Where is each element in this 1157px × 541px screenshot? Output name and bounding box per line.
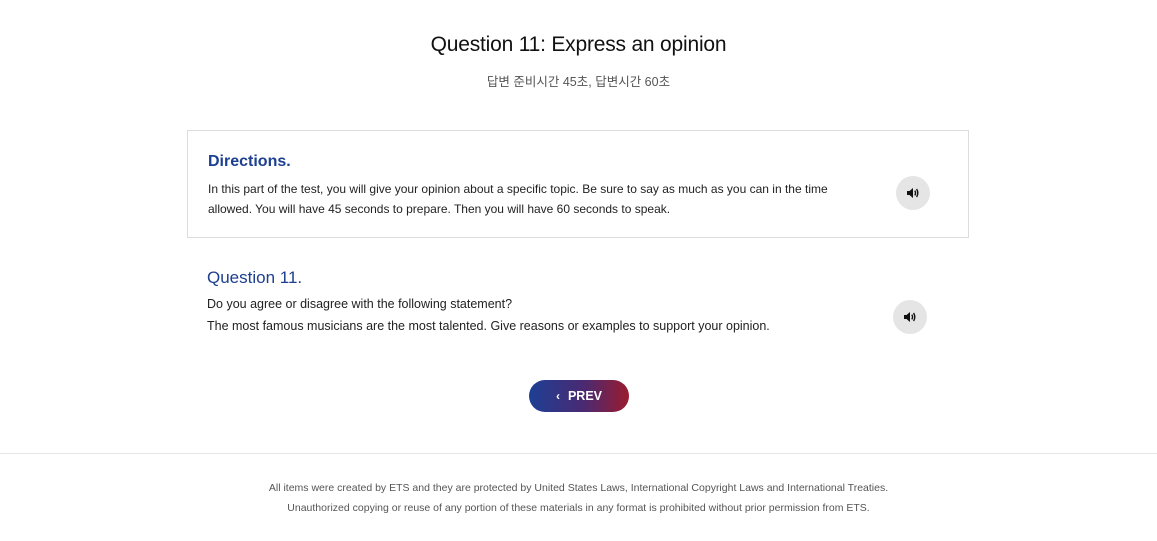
question-heading: Question 11. (207, 268, 303, 287)
question-prompt: Do you agree or disagree with the follow… (207, 297, 513, 311)
prev-button-label: PREV (567, 389, 603, 403)
footer-notice-line: Unauthorized copying or reuse of any por… (287, 502, 870, 514)
question-audio-button[interactable] (893, 300, 927, 334)
footer-divider (0, 453, 1157, 454)
directions-text: In this part of the test, you will give … (208, 182, 828, 216)
page-title: Question 11: Express an opinion (430, 33, 727, 56)
footer-copyright-line: All items were created by ETS and they a… (268, 482, 889, 494)
page-subtitle: 답변 준비시간 45초, 답변시간 60초 (486, 75, 671, 89)
speaker-icon (904, 312, 916, 322)
chevron-left-icon: ‹ (555, 389, 560, 403)
question-statement: The most famous musicians are the most t… (207, 319, 770, 333)
question-panel: Question 11. Do you agree or disagree wi… (187, 262, 969, 352)
page: Question 11: Express an opinion 답변 준비시간 … (0, 0, 1157, 541)
speaker-icon (907, 188, 919, 198)
directions-panel: Directions. In this part of the test, yo… (187, 130, 969, 238)
directions-heading: Directions. (208, 153, 291, 170)
directions-audio-button[interactable] (896, 176, 930, 210)
prev-button[interactable]: ‹ PREV (529, 380, 629, 412)
